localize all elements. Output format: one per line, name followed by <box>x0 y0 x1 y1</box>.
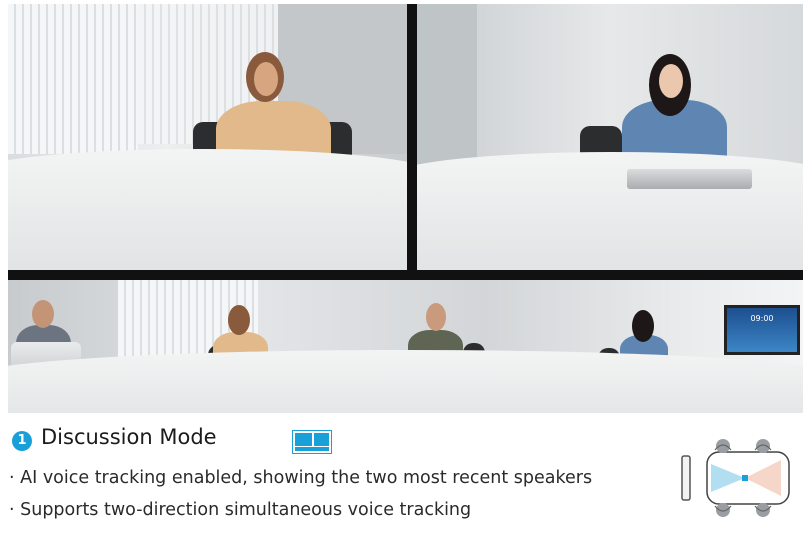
tv-time: 09:00 <box>750 314 774 323</box>
laptop <box>627 169 752 189</box>
conference-table <box>8 149 407 270</box>
video-tile-speaker-2 <box>417 4 803 270</box>
conference-table <box>8 350 803 413</box>
meeting-screenshot: 09:00 1 Discussion Mode · AI voice track… <box>0 0 805 536</box>
tile-divider-vertical <box>407 4 417 274</box>
feature-bullet-1: · AI voice tracking enabled, showing the… <box>9 468 593 488</box>
glass-wall <box>417 4 477 174</box>
feature-bullet-2: · Supports two-direction simultaneous vo… <box>9 500 472 520</box>
step-number-badge: 1 <box>12 431 32 451</box>
tv-display: 09:00 <box>724 305 800 355</box>
tile-divider-horizontal <box>8 270 803 280</box>
window-blinds <box>8 4 138 154</box>
video-tile-speaker-1 <box>8 4 407 270</box>
voice-tracking-diagram-icon <box>681 439 790 517</box>
split-layout-icon <box>292 430 332 454</box>
video-tile-panorama: 09:00 <box>8 280 803 413</box>
mode-title: Discussion Mode <box>41 425 217 449</box>
